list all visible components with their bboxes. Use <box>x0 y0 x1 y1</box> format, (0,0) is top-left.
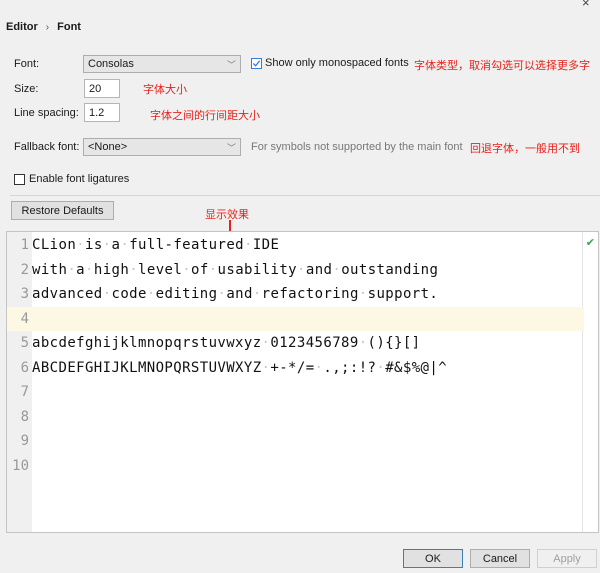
editor-line: 2 with·a·high·level·of·usability·and·outs… <box>7 258 584 283</box>
code-text: with·a·high·level·of·usability·and·outst… <box>32 261 439 278</box>
code-text: CLion·is·a·full-featured·IDE <box>32 237 280 254</box>
font-select-value: Consolas <box>88 58 134 70</box>
whitespace-marker: · <box>85 261 94 278</box>
close-x-icon[interactable]: × <box>582 0 594 9</box>
divider <box>10 195 600 196</box>
checkmark-icon <box>252 59 261 67</box>
whitespace-marker: · <box>67 261 77 278</box>
line-number: 4 <box>20 310 29 327</box>
ok-button[interactable]: OK <box>403 549 463 568</box>
whitespace-marker: · <box>358 335 368 352</box>
fallback-font-value: <None> <box>88 141 128 153</box>
whitespace-marker: · <box>146 286 156 303</box>
line-number: 5 <box>20 335 29 352</box>
code-text: ABCDEFGHIJKLMNOPQRSTUVWXYZ·+-*/=·.,;:!?·… <box>32 359 448 376</box>
check-icon: ✔ <box>585 237 595 249</box>
editor-line: 5 abcdefghijklmnopqrstuvwxyz·0123456789·(… <box>7 331 584 356</box>
line-number: 1 <box>20 237 29 254</box>
editor-line: 3 advanced·code·editing·and·refactoring·s… <box>7 282 584 307</box>
font-preview-editor[interactable]: ✔ 1 CLion·is·a·full-featured·IDE 2 with·a·h… <box>6 231 599 533</box>
line-spacing-annotation: 字体之间的行间距大小 <box>150 109 260 122</box>
size-annotation: 字体大小 <box>143 83 187 96</box>
line-number: 2 <box>20 261 29 278</box>
whitespace-marker: · <box>129 261 139 278</box>
line-number: 6 <box>20 359 29 376</box>
code-text: abcdefghijklmnopqrstuvwxyz·0123456789·()… <box>32 335 421 352</box>
whitespace-marker: · <box>358 286 368 303</box>
whitespace-marker: · <box>102 237 112 254</box>
line-number: 3 <box>20 286 29 303</box>
restore-defaults-button[interactable]: Restore Defaults <box>11 201 114 220</box>
line-number: 8 <box>20 408 29 425</box>
whitespace-marker: · <box>252 286 262 303</box>
breadcrumb-current: Font <box>57 21 81 33</box>
ligatures-checkbox[interactable] <box>14 173 25 185</box>
chevron-right-icon: › <box>45 21 50 33</box>
whitespace-marker: · <box>76 237 85 254</box>
apply-button[interactable]: Apply <box>537 549 597 568</box>
size-input[interactable]: 20 <box>84 79 120 98</box>
font-select[interactable]: Consolas ﹀ <box>83 55 241 73</box>
whitespace-marker: · <box>102 286 112 303</box>
whitespace-marker: · <box>243 237 253 254</box>
size-label: Size: <box>14 83 39 95</box>
editor-line: 1 CLion·is·a·full-featured·IDE <box>7 233 584 258</box>
whitespace-marker: · <box>261 359 271 376</box>
size-input-value: 20 <box>89 82 102 95</box>
editor-line: 10 <box>7 454 584 479</box>
monospaced-label: Show only monospaced fonts <box>265 57 409 69</box>
chevron-down-icon: ﹀ <box>226 59 236 70</box>
ligatures-label: Enable font ligatures <box>29 173 130 185</box>
monospaced-checkbox[interactable] <box>251 57 262 69</box>
whitespace-marker: · <box>314 359 324 376</box>
line-number: 7 <box>20 384 29 401</box>
fallback-font-label: Fallback font: <box>14 141 80 153</box>
editor-line: 7 <box>7 380 584 405</box>
line-spacing-input-value: 1.2 <box>89 106 105 119</box>
monospaced-checkbox-row[interactable]: Show only monospaced fonts <box>251 57 409 69</box>
breadcrumb: Editor › Font <box>6 21 81 33</box>
line-number: 10 <box>12 457 29 474</box>
whitespace-marker: · <box>120 237 130 254</box>
chevron-down-icon: ﹀ <box>226 142 236 153</box>
whitespace-marker: · <box>261 335 271 352</box>
fallback-font-hint: For symbols not supported by the main fo… <box>251 141 463 153</box>
whitespace-marker: · <box>208 261 218 278</box>
fallback-font-select[interactable]: <None> ﹀ <box>83 138 241 156</box>
line-spacing-label: Line spacing: <box>14 107 79 119</box>
whitespace-marker: · <box>332 261 342 278</box>
code-text: advanced·code·editing·and·refactoring·su… <box>32 286 439 303</box>
line-number: 9 <box>20 433 29 450</box>
editor-line: 9 <box>7 429 584 454</box>
whitespace-marker: · <box>217 286 227 303</box>
font-label: Font: <box>14 58 40 70</box>
editor-line: 4 <box>7 306 584 331</box>
whitespace-marker: · <box>376 359 386 376</box>
preview-annotation: 显示效果 <box>205 208 249 221</box>
whitespace-marker: · <box>182 261 192 278</box>
cancel-button[interactable]: Cancel <box>470 549 530 568</box>
line-spacing-input[interactable]: 1.2 <box>84 103 120 122</box>
breadcrumb-parent[interactable]: Editor <box>6 21 38 33</box>
error-stripe: ✔ <box>582 232 598 532</box>
ligatures-checkbox-row[interactable]: Enable font ligatures <box>14 173 129 185</box>
editor-line: 8 <box>7 405 584 430</box>
whitespace-marker: · <box>297 261 306 278</box>
editor-line: 6 ABCDEFGHIJKLMNOPQRSTUVWXYZ·+-*/=·.,;:!?… <box>7 356 584 381</box>
font-annotation: 字体类型，取消勾选可以选择更多字 <box>414 59 590 72</box>
fallback-annotation: 回退字体，一般用不到 <box>470 142 580 155</box>
